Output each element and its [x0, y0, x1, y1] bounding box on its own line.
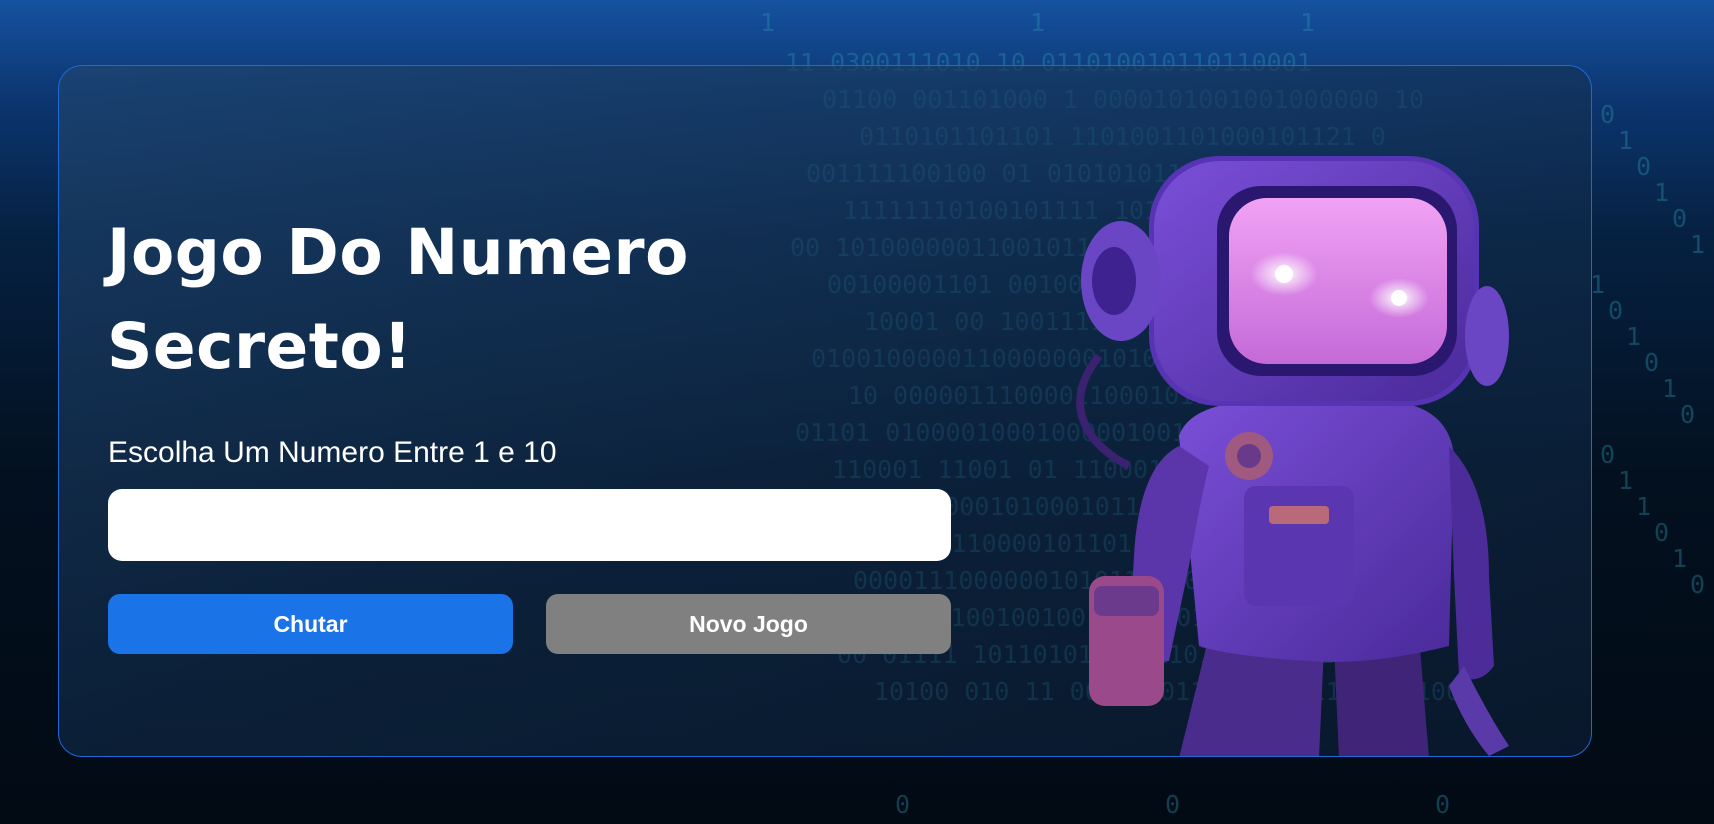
binary-digit: 0: [1600, 440, 1616, 469]
binary-digit: 1: [1590, 270, 1606, 299]
binary-digit: 1: [1626, 322, 1642, 351]
binary-digit: 0: [1644, 348, 1660, 377]
guess-button[interactable]: Chutar: [108, 594, 513, 654]
binary-digit: 0: [1165, 790, 1181, 819]
guess-input[interactable]: [108, 489, 951, 561]
binary-digit: 0: [1672, 204, 1688, 233]
binary-digit: 0: [1690, 570, 1706, 599]
binary-digit: 1: [1672, 544, 1688, 573]
number-prompt: Escolha Um Numero Entre 1 e 10: [108, 436, 557, 469]
page-title: Jogo Do Numero Secreto!: [107, 216, 689, 383]
game-card: Jogo Do Numero Secreto! Escolha Um Numer…: [58, 65, 1592, 757]
binary-digit: 0: [1435, 790, 1451, 819]
binary-digit: 1: [1654, 178, 1670, 207]
binary-digit: 1: [1618, 126, 1634, 155]
binary-digit: 1: [1690, 230, 1706, 259]
binary-digit: 1: [1300, 8, 1316, 37]
binary-digit: 1: [1618, 466, 1634, 495]
new-game-button[interactable]: Novo Jogo: [546, 594, 951, 654]
binary-digit: 0: [1680, 400, 1696, 429]
binary-digit: 1: [1662, 374, 1678, 403]
binary-digit: 0: [1608, 296, 1624, 325]
binary-digit: 0: [895, 790, 911, 819]
binary-digit: 1: [760, 8, 776, 37]
binary-digit: 1: [1030, 8, 1046, 37]
binary-digit: 1: [1636, 492, 1652, 521]
robot-astronaut-illustration: [1076, 156, 1509, 756]
binary-digit: 0: [1654, 518, 1670, 547]
binary-digit: 0: [1600, 100, 1616, 129]
binary-digit: 0: [1636, 152, 1652, 181]
